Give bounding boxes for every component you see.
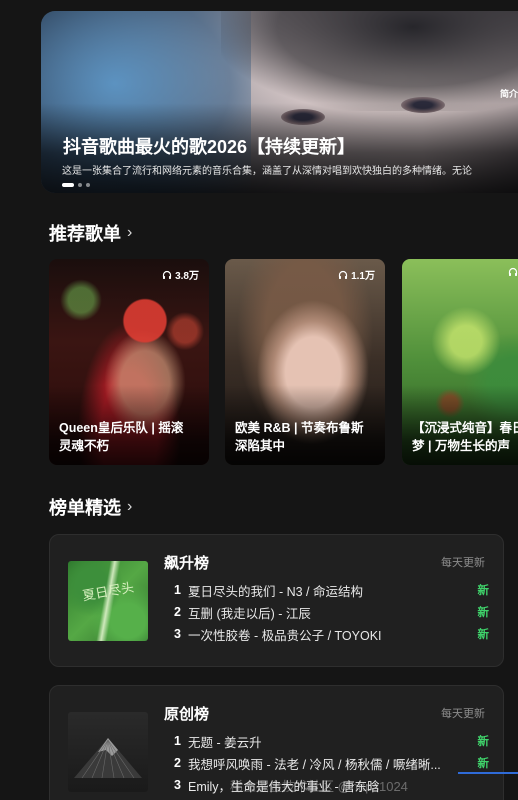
song-rank: 1	[174, 734, 181, 748]
chart-update-frequency: 每天更新	[441, 708, 485, 720]
playlist-name: Queen皇后乐队 | 摇滚 灵魂不朽	[59, 421, 184, 453]
new-badge: 新	[477, 758, 490, 770]
chevron-right-icon: ›	[127, 498, 133, 515]
scroll-indicator	[458, 772, 518, 774]
song-rank: 1	[174, 583, 181, 597]
headphones-icon	[508, 267, 518, 276]
banner-title: 抖音歌曲最火的歌2026【持续更新】	[63, 137, 356, 157]
playlist-name: 欧美 R&B | 节奏布鲁斯 深陷其中	[235, 421, 364, 453]
chart-update-frequency: 每天更新	[441, 557, 485, 569]
play-count: 1.1万	[338, 267, 375, 282]
chart-cover-text: 夏日尽头	[81, 580, 136, 605]
playlist-card[interactable]: 1.1万 欧美 R&B | 节奏布鲁斯 深陷其中	[225, 259, 385, 465]
play-count: 3.8万	[162, 267, 199, 282]
song-title: 一次性胶卷 - 极品贵公子 / TOYOKI	[188, 628, 382, 643]
charts-section-header[interactable]: 榜单精选 ›	[49, 494, 132, 520]
chart-song-row[interactable]: 1 夏日尽头的我们 - N3 / 命运结构 新	[174, 579, 489, 601]
song-rank: 3	[174, 778, 181, 792]
chevron-right-icon: ›	[127, 224, 133, 241]
new-badge: 新	[477, 736, 490, 748]
new-badge: 新	[477, 629, 490, 641]
song-title: 无题 - 姜云升	[188, 735, 262, 750]
recommend-section-title: 推荐歌单	[49, 224, 121, 244]
song-rank: 2	[174, 605, 181, 619]
chart-card-rising[interactable]: 夏日尽头 飙升榜 每天更新 1 夏日尽头的我们 - N3 / 命运结构 新 2 …	[49, 534, 504, 667]
chart-title: 飙升榜	[164, 555, 210, 572]
banner-corner-label[interactable]: 简介	[500, 87, 518, 100]
song-rank: 3	[174, 627, 181, 641]
playlist-name: 【沉浸式纯音】春日 梦 | 万物生长的声	[412, 421, 518, 453]
banner-description: 这是一张集合了流行和网络元素的音乐合集，涵盖了从深情对唱到欢快独白的多种情绪。无…	[62, 166, 472, 177]
chart-title: 原创榜	[164, 706, 210, 723]
watermark: 稀土掘金技术社区 @https1024	[230, 779, 408, 794]
song-rank: 2	[174, 756, 181, 770]
playlist-card[interactable]: 3.8万 Queen皇后乐队 | 摇滚 灵魂不朽	[49, 259, 209, 465]
charts-section-title: 榜单精选	[49, 498, 121, 518]
playlist-carousel[interactable]: 3.8万 Queen皇后乐队 | 摇滚 灵魂不朽 1.1万 欧美 R&B | 节…	[49, 259, 518, 465]
banner-page-dot[interactable]	[78, 183, 82, 187]
banner-pagination	[62, 182, 90, 188]
song-title: 夏日尽头的我们 - N3 / 命运结构	[188, 584, 364, 599]
chart-song-row[interactable]: 2 我想呼风唤雨 - 法老 / 冷风 / 杨秋儒 / 噘绪晰... 新	[174, 752, 489, 774]
play-count-value: 1.1万	[351, 271, 375, 282]
recommend-section-header[interactable]: 推荐歌单 ›	[49, 220, 132, 246]
song-title: 互删 (我走以后) - 江辰	[188, 606, 311, 621]
new-badge: 新	[477, 585, 490, 597]
chart-song-list: 1 夏日尽头的我们 - N3 / 命运结构 新 2 互删 (我走以后) - 江辰…	[174, 579, 489, 645]
featured-banner[interactable]: 简介 抖音歌曲最火的歌2026【持续更新】 这是一张集合了流行和网络元素的音乐合…	[41, 11, 518, 193]
chart-song-row[interactable]: 2 互删 (我走以后) - 江辰 新	[174, 601, 489, 623]
chart-cover: 夏日尽头	[68, 561, 148, 641]
play-count	[508, 267, 518, 277]
banner-artwork-hair	[221, 11, 518, 111]
play-count-value: 3.8万	[175, 271, 199, 282]
music-home-page: 简介 抖音歌曲最火的歌2026【持续更新】 这是一张集合了流行和网络元素的音乐合…	[0, 0, 518, 800]
new-badge: 新	[477, 607, 490, 619]
song-title: 我想呼风唤雨 - 法老 / 冷风 / 杨秋儒 / 噘绪晰...	[188, 757, 441, 772]
headphones-icon	[338, 270, 348, 279]
chart-song-row[interactable]: 1 无题 - 姜云升 新	[174, 730, 489, 752]
chart-song-row[interactable]: 3 一次性胶卷 - 极品贵公子 / TOYOKI 新	[174, 623, 489, 645]
banner-page-dot[interactable]	[86, 183, 90, 187]
banner-page-dot-active[interactable]	[62, 183, 74, 187]
mountain-artwork	[74, 738, 142, 779]
playlist-card[interactable]: 【沉浸式纯音】春日 梦 | 万物生长的声	[402, 259, 518, 465]
headphones-icon	[162, 270, 172, 279]
chart-cover	[68, 712, 148, 792]
